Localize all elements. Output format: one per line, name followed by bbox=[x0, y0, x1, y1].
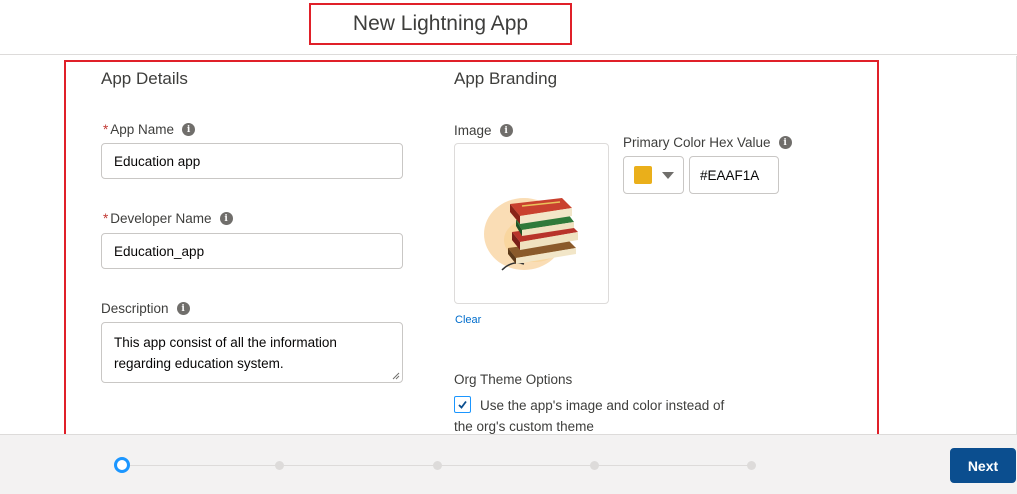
progress-track-segment bbox=[598, 465, 748, 466]
app-image-preview[interactable] bbox=[454, 143, 609, 304]
color-picker-button[interactable] bbox=[623, 156, 684, 194]
image-label-text: Image bbox=[454, 123, 492, 138]
info-icon[interactable]: i bbox=[778, 136, 792, 149]
title-highlight-box: New Lightning App bbox=[309, 3, 572, 45]
modal-footer bbox=[0, 434, 1017, 494]
info-icon[interactable]: i bbox=[499, 124, 513, 137]
books-stack-image bbox=[483, 197, 578, 271]
description-label: Description i bbox=[101, 301, 190, 316]
org-theme-checkbox[interactable] bbox=[454, 396, 471, 413]
progress-step-current[interactable] bbox=[114, 457, 130, 473]
progress-step[interactable] bbox=[275, 461, 284, 470]
hex-color-input[interactable]: #EAAF1A bbox=[689, 156, 779, 194]
info-icon[interactable]: i bbox=[176, 302, 190, 315]
description-line-2: regarding education system. bbox=[114, 356, 284, 371]
required-mark: * bbox=[103, 122, 109, 137]
image-label: Image i bbox=[454, 123, 513, 138]
progress-step[interactable] bbox=[747, 461, 756, 470]
developer-name-input[interactable]: Education_app bbox=[101, 233, 403, 269]
progress-step[interactable] bbox=[433, 461, 442, 470]
app-name-input[interactable]: Education app bbox=[101, 143, 403, 179]
app-branding-heading: App Branding bbox=[454, 69, 558, 88]
developer-name-label: * Developer Name i bbox=[103, 211, 233, 226]
org-theme-label: Org Theme Options bbox=[454, 372, 572, 387]
progress-track-segment bbox=[284, 465, 434, 466]
info-icon[interactable]: i bbox=[182, 123, 196, 136]
app-name-value: Education app bbox=[114, 153, 201, 169]
page-title: New Lightning App bbox=[352, 12, 529, 35]
primary-color-label-text: Primary Color Hex Value bbox=[623, 135, 771, 150]
app-name-label-text: App Name bbox=[110, 122, 175, 137]
app-details-heading: App Details bbox=[101, 69, 188, 88]
description-label-text: Description bbox=[101, 301, 169, 316]
checkmark-icon bbox=[458, 400, 467, 409]
progress-track-segment bbox=[130, 465, 276, 466]
chevron-down-icon bbox=[662, 171, 674, 179]
hex-color-value: #EAAF1A bbox=[700, 167, 760, 183]
description-textarea[interactable]: This app consist of all the information … bbox=[101, 322, 403, 383]
org-theme-label-text: Org Theme Options bbox=[454, 372, 573, 387]
progress-track-segment bbox=[441, 465, 591, 466]
developer-name-label-text: Developer Name bbox=[110, 211, 212, 226]
app-name-label: * App Name i bbox=[103, 122, 196, 137]
progress-step[interactable] bbox=[590, 461, 599, 470]
next-button[interactable]: Next bbox=[950, 448, 1016, 483]
clear-image-link[interactable]: Clear bbox=[455, 314, 481, 326]
info-icon[interactable]: i bbox=[219, 212, 233, 225]
color-swatch bbox=[634, 166, 652, 184]
developer-name-value: Education_app bbox=[114, 243, 205, 259]
resize-grip-icon[interactable] bbox=[392, 372, 400, 380]
primary-color-label: Primary Color Hex Value i bbox=[623, 135, 792, 150]
required-mark: * bbox=[103, 211, 109, 226]
description-line-1: This app consist of all the information bbox=[114, 335, 337, 350]
org-theme-option-line-1: Use the app's image and color instead of bbox=[480, 398, 725, 413]
